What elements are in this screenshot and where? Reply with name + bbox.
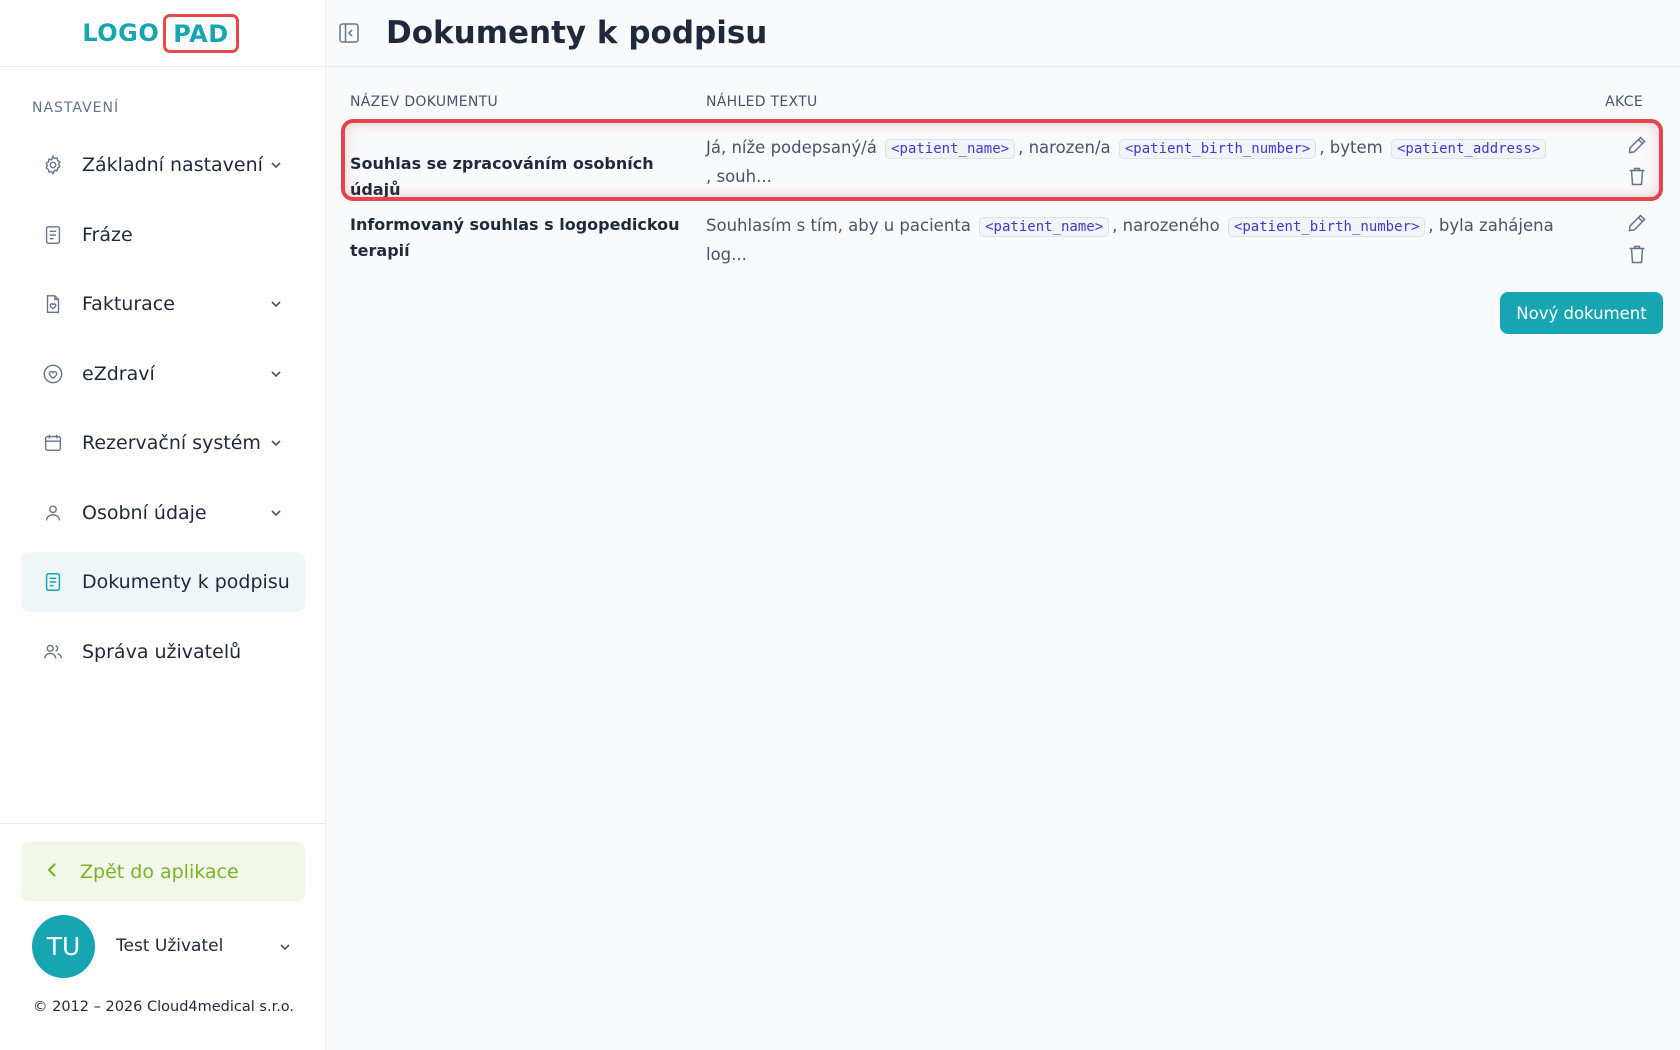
placeholder-tag: <patient_address> — [1390, 139, 1547, 159]
user-icon — [41, 501, 65, 525]
placeholder-tag: <patient_birth_number> — [1227, 217, 1426, 237]
invoice-icon — [41, 292, 65, 316]
chevron-left-icon — [43, 861, 61, 883]
page-title: Dokumenty k podpisu — [386, 15, 768, 51]
user-name: Test Uživatel — [116, 936, 224, 956]
column-header-name: NÁZEV DOKUMENTU — [350, 94, 499, 110]
logo-text-part1: LOGO — [82, 19, 160, 47]
logo[interactable]: LOGO PAD — [82, 13, 239, 53]
chevron-down-icon — [269, 435, 283, 449]
sidebar-item-label: Dokumenty k podpisu — [82, 571, 290, 593]
preview-text: , narozeného — [1112, 216, 1220, 235]
column-header-preview: NÁHLED TEXTU — [706, 94, 818, 110]
sidebar-item-label: Základní nastavení — [82, 154, 263, 176]
sidebar-item-sprava-uzivatelu[interactable]: Správa uživatelů — [21, 622, 305, 682]
pencil-icon — [1628, 136, 1646, 154]
document-name: Informovaný souhlas s logopedickou terap… — [350, 215, 680, 260]
preview-text: , bytem — [1319, 138, 1383, 157]
calendar-icon — [41, 431, 65, 455]
sidebar-nav: Základní nastavení Fráze Fakturace eZdra… — [21, 135, 305, 691]
users-icon — [41, 640, 65, 664]
sidebar-item-fakturace[interactable]: Fakturace — [21, 274, 305, 334]
topbar: Dokumenty k podpisu — [326, 0, 1680, 67]
delete-button[interactable] — [1626, 243, 1650, 267]
trash-icon — [1629, 245, 1645, 264]
sidebar-item-rezervacni-system[interactable]: Rezervační systém — [21, 413, 305, 473]
preview-text: Souhlasím s tím, aby u pacienta — [706, 216, 971, 235]
delete-button[interactable] — [1626, 165, 1650, 189]
sidebar-item-label: Fráze — [82, 223, 133, 246]
row-actions — [1626, 134, 1650, 196]
edit-button[interactable] — [1626, 212, 1650, 236]
row-actions — [1626, 212, 1650, 274]
preview-text: , souh... — [706, 167, 772, 186]
table-row[interactable]: Informovaný souhlas s logopedickou terap… — [350, 212, 1660, 288]
placeholder-tag: <patient_name> — [979, 217, 1110, 237]
chevron-down-icon — [269, 157, 283, 171]
document-icon — [41, 570, 65, 594]
document-name: Souhlas se zpracováním osobních údajů — [350, 154, 654, 199]
placeholder-tag: <patient_birth_number> — [1118, 139, 1317, 159]
trash-icon — [1629, 167, 1645, 186]
sidebar-footer: Zpět do aplikace TU Test Uživatel © 2012… — [0, 823, 326, 1015]
placeholder-tag: <patient_name> — [885, 139, 1016, 159]
chevron-down-icon — [269, 366, 283, 380]
documents-table: NÁZEV DOKUMENTU NÁHLED TEXTU AKCE Souhla… — [350, 92, 1660, 264]
edit-button[interactable] — [1626, 134, 1650, 158]
back-to-app-label: Zpět do aplikace — [80, 860, 239, 883]
sidebar-collapse-button[interactable] — [336, 20, 362, 46]
pencil-icon — [1628, 214, 1646, 232]
sidebar-item-label: Správa uživatelů — [82, 640, 242, 663]
table-header: NÁZEV DOKUMENTU NÁHLED TEXTU AKCE — [350, 92, 1660, 114]
sidebar-item-label: Rezervační systém — [82, 432, 261, 454]
logo-text-part2: PAD — [163, 13, 239, 53]
preview-text: , narozen/a — [1018, 138, 1111, 157]
copyright: © 2012 – 2026 Cloud4medical s.r.o. — [33, 999, 295, 1015]
sidebar-section-title: NASTAVENÍ — [32, 100, 120, 116]
new-document-button[interactable]: Nový dokument — [1500, 292, 1663, 334]
sidebar-item-ezdravi[interactable]: eZdraví — [21, 344, 305, 404]
table-row[interactable]: Souhlas se zpracováním osobních údajů Já… — [350, 134, 1660, 210]
user-menu[interactable]: TU Test Uživatel — [32, 914, 292, 978]
sidebar-item-label: eZdraví — [82, 362, 155, 385]
sidebar-item-label: Osobní údaje — [82, 501, 207, 524]
sidebar: LOGO PAD NASTAVENÍ Základní nastavení Fr… — [0, 0, 326, 1050]
sidebar-item-osobni-udaje[interactable]: Osobní údaje — [21, 483, 305, 543]
document-icon — [41, 223, 65, 247]
chevron-down-icon — [269, 296, 283, 310]
preview-text: Já, níže podepsaný/á — [706, 138, 877, 157]
chevron-down-icon — [269, 505, 283, 519]
sidebar-item-dokumenty-k-podpisu[interactable]: Dokumenty k podpisu — [21, 552, 305, 612]
panel-collapse-icon — [339, 23, 359, 43]
chevron-down-icon — [278, 939, 292, 953]
column-header-actions: AKCE — [1605, 94, 1643, 110]
heart-icon — [41, 362, 65, 386]
logo-area: LOGO PAD — [0, 0, 325, 67]
sidebar-item-fraze[interactable]: Fráze — [21, 205, 305, 265]
document-preview: Souhlasím s tím, aby u pacienta <patient… — [706, 212, 1586, 268]
document-preview: Já, níže podepsaný/á <patient_name>, nar… — [706, 134, 1586, 190]
sidebar-item-zakladni-nastaveni[interactable]: Základní nastavení — [21, 135, 305, 195]
gear-icon — [41, 153, 65, 177]
back-to-app-button[interactable]: Zpět do aplikace — [21, 842, 305, 901]
avatar: TU — [32, 914, 95, 978]
sidebar-item-label: Fakturace — [82, 293, 175, 315]
